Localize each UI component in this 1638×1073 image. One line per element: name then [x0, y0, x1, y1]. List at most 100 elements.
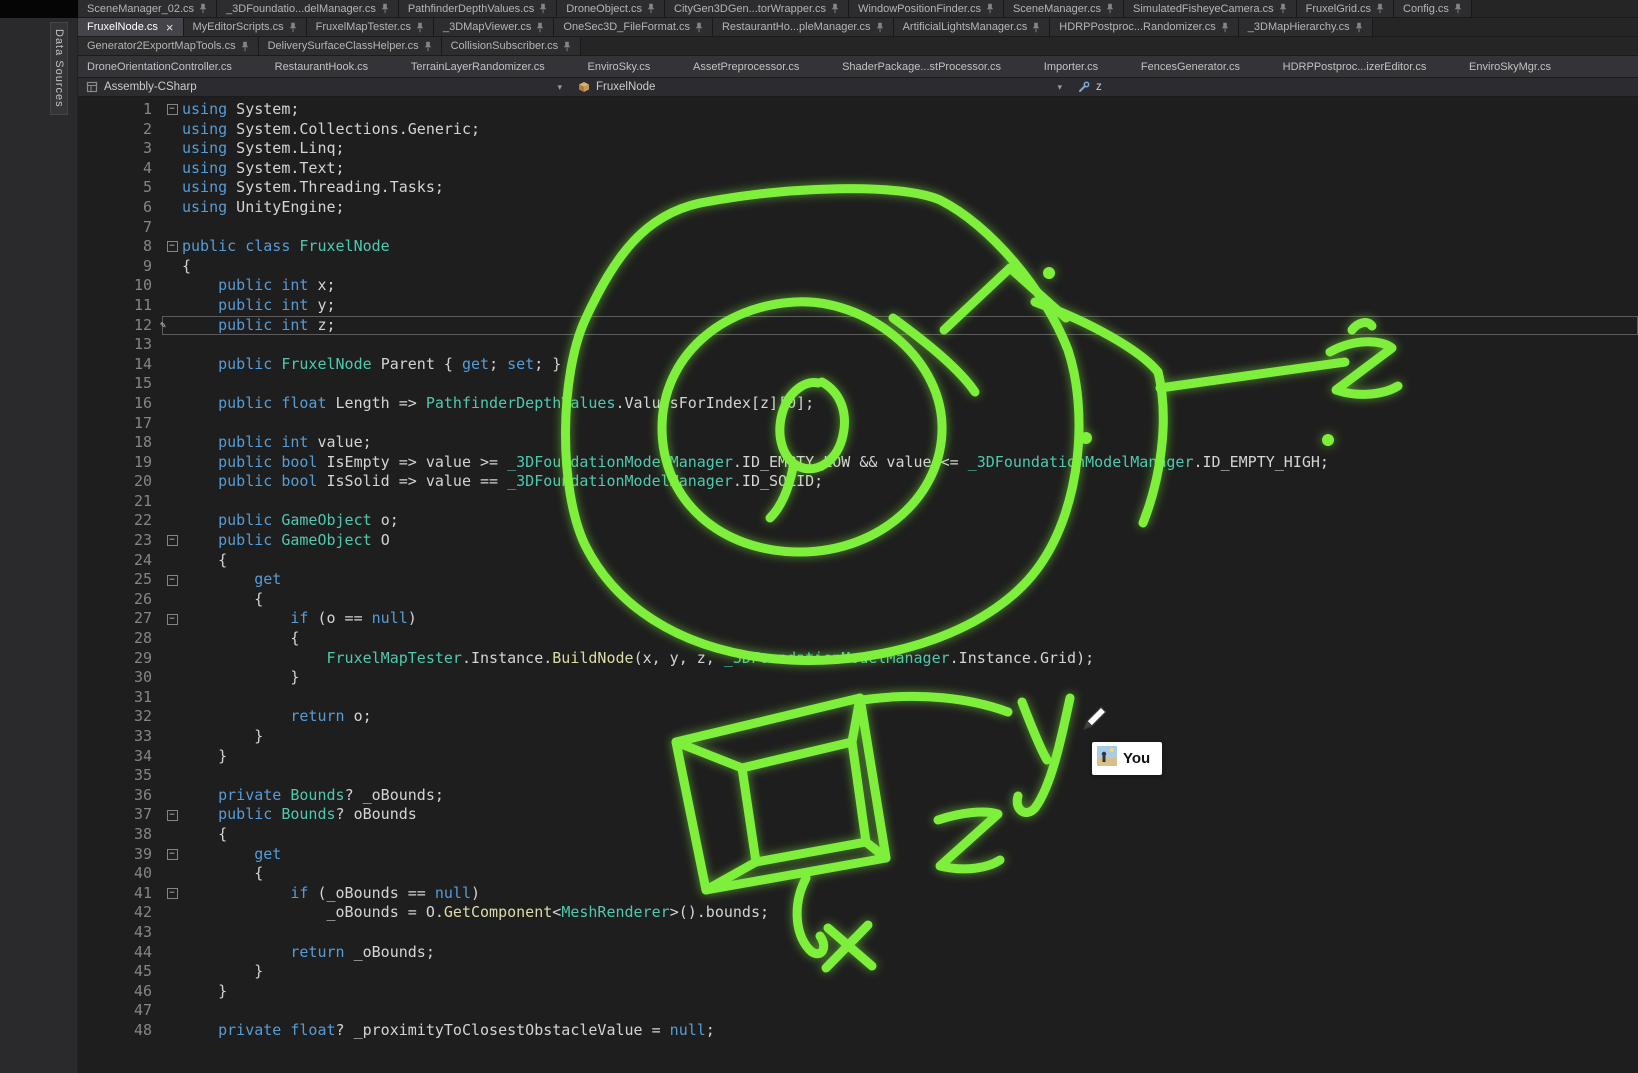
- editor-tab[interactable]: TerrainLayerRandomizer.cs: [402, 56, 554, 77]
- pin-icon[interactable]: [199, 3, 207, 14]
- code-line[interactable]: 4using System.Text;: [78, 159, 1638, 179]
- code-line[interactable]: 37− public Bounds? oBounds: [78, 805, 1638, 825]
- pin-icon[interactable]: [1032, 22, 1040, 33]
- code-line[interactable]: 35: [78, 766, 1638, 786]
- code-line[interactable]: 31: [78, 688, 1638, 708]
- code-line[interactable]: 32 return o;: [78, 707, 1638, 727]
- code-line[interactable]: 21: [78, 492, 1638, 512]
- pin-icon[interactable]: [831, 3, 839, 14]
- fold-marker-icon[interactable]: −: [162, 805, 182, 825]
- pin-icon[interactable]: [986, 3, 994, 14]
- code-line[interactable]: 10 public int x;: [78, 276, 1638, 296]
- code-line[interactable]: 19 public bool IsEmpty => value >= _3DFo…: [78, 453, 1638, 473]
- code-line[interactable]: 13: [78, 335, 1638, 355]
- pin-icon[interactable]: [1221, 22, 1229, 33]
- editor-tab[interactable]: OneSec3D_FileFormat.cs: [554, 18, 713, 36]
- pin-icon[interactable]: [1454, 3, 1462, 14]
- code-line[interactable]: 29 FruxelMapTester.Instance.BuildNode(x,…: [78, 649, 1638, 669]
- pin-icon[interactable]: [1376, 3, 1384, 14]
- code-line[interactable]: 9{: [78, 257, 1638, 277]
- code-line[interactable]: 14 public FruxelNode Parent { get; set; …: [78, 355, 1638, 375]
- fold-marker-icon[interactable]: −: [162, 609, 182, 629]
- editor-tab[interactable]: HDRPPostproc...Randomizer.cs: [1050, 18, 1239, 36]
- fold-marker-icon[interactable]: −: [162, 845, 182, 865]
- editor-tab[interactable]: FruxelNode.cs×: [78, 18, 184, 36]
- code-line[interactable]: 3using System.Linq;: [78, 139, 1638, 159]
- pin-icon[interactable]: [536, 22, 544, 33]
- editor-tab[interactable]: FruxelGrid.cs: [1297, 0, 1394, 17]
- editor-tab[interactable]: RestaurantHook.cs: [266, 56, 378, 77]
- code-line[interactable]: 20 public bool IsSolid => value == _3DFo…: [78, 472, 1638, 492]
- code-line[interactable]: 7: [78, 218, 1638, 238]
- code-line[interactable]: 39− get: [78, 845, 1638, 865]
- code-line[interactable]: 22 public GameObject o;: [78, 511, 1638, 531]
- code-line[interactable]: 27− if (o == null): [78, 609, 1638, 629]
- editor-tab[interactable]: WindowPositionFinder.cs: [849, 0, 1004, 17]
- code-line[interactable]: 12✎ public int z;: [78, 316, 1638, 336]
- code-line[interactable]: 46 }: [78, 982, 1638, 1002]
- pin-icon[interactable]: [695, 22, 703, 33]
- editor-tab[interactable]: HDRPPostproc...izerEditor.cs: [1274, 56, 1436, 77]
- code-line[interactable]: 2using System.Collections.Generic;: [78, 120, 1638, 140]
- code-line[interactable]: 25− get: [78, 570, 1638, 590]
- code-line[interactable]: 33 }: [78, 727, 1638, 747]
- fold-marker-icon[interactable]: −: [162, 237, 182, 257]
- code-line[interactable]: 15: [78, 374, 1638, 394]
- editor-tab[interactable]: CityGen3DGen...torWrapper.cs: [665, 0, 849, 17]
- code-line[interactable]: 8−public class FruxelNode: [78, 237, 1638, 257]
- editor-tab[interactable]: SimulatedFisheyeCamera.cs: [1124, 0, 1297, 17]
- code-line[interactable]: 24 {: [78, 551, 1638, 571]
- fold-marker-icon[interactable]: −: [162, 100, 182, 120]
- pin-icon[interactable]: [563, 41, 571, 52]
- code-line[interactable]: 45 }: [78, 962, 1638, 982]
- pin-icon[interactable]: [241, 41, 249, 52]
- editor-tab[interactable]: Importer.cs: [1035, 56, 1107, 77]
- editor-tab[interactable]: SceneManager.cs: [1004, 0, 1124, 17]
- pin-icon[interactable]: [1355, 22, 1363, 33]
- pin-icon[interactable]: [416, 22, 424, 33]
- code-line[interactable]: 26 {: [78, 590, 1638, 610]
- code-line[interactable]: 40 {: [78, 864, 1638, 884]
- pin-icon[interactable]: [876, 22, 884, 33]
- editor-tab[interactable]: AssetPreprocessor.cs: [684, 56, 808, 77]
- editor-tab[interactable]: DroneOrientationController.cs: [78, 56, 241, 77]
- code-line[interactable]: 18 public int value;: [78, 433, 1638, 453]
- editor-tab[interactable]: DeliverySurfaceClassHelper.cs: [259, 37, 442, 55]
- editor-tab[interactable]: RestaurantHo...pleManager.cs: [713, 18, 894, 36]
- editor-tab[interactable]: FruxelMapTester.cs: [307, 18, 434, 36]
- pin-icon[interactable]: [539, 3, 547, 14]
- code-line[interactable]: 17: [78, 414, 1638, 434]
- editor-tab[interactable]: _3DMapHierarchy.cs: [1239, 18, 1373, 36]
- code-line[interactable]: 5using System.Threading.Tasks;: [78, 178, 1638, 198]
- editor-tab[interactable]: ArtificialLightsManager.cs: [894, 18, 1051, 36]
- close-icon[interactable]: ×: [166, 21, 174, 34]
- code-line[interactable]: 43: [78, 923, 1638, 943]
- code-line[interactable]: 44 return _oBounds;: [78, 943, 1638, 963]
- fold-marker-icon[interactable]: −: [162, 531, 182, 551]
- editor-tab[interactable]: EnviroSky.cs: [579, 56, 660, 77]
- code-line[interactable]: 34 }: [78, 747, 1638, 767]
- code-line[interactable]: 30 }: [78, 668, 1638, 688]
- pin-icon[interactable]: [1279, 3, 1287, 14]
- code-line[interactable]: 28 {: [78, 629, 1638, 649]
- code-line[interactable]: 11 public int y;: [78, 296, 1638, 316]
- data-sources-tab[interactable]: Data Sources: [50, 22, 68, 115]
- editor-tab[interactable]: EnviroSkyMgr.cs: [1460, 56, 1560, 77]
- editor-tab[interactable]: ShaderPackage...stProcessor.cs: [833, 56, 1010, 77]
- member-dropdown[interactable]: z: [1070, 78, 1638, 96]
- editor-tab[interactable]: Generator2ExportMapTools.cs: [78, 37, 259, 55]
- code-line[interactable]: 47: [78, 1001, 1638, 1021]
- code-line[interactable]: 23− public GameObject O: [78, 531, 1638, 551]
- pin-icon[interactable]: [289, 22, 297, 33]
- fold-marker-icon[interactable]: −: [162, 884, 182, 904]
- project-dropdown[interactable]: Assembly-CSharp ▾: [78, 78, 570, 96]
- editor-tab[interactable]: Config.cs: [1394, 0, 1472, 17]
- code-line[interactable]: 48 private float? _proximityToClosestObs…: [78, 1021, 1638, 1041]
- editor-tab[interactable]: MyEditorScripts.cs: [184, 18, 307, 36]
- type-dropdown[interactable]: FruxelNode ▾: [570, 78, 1070, 96]
- code-line[interactable]: 36 private Bounds? _oBounds;: [78, 786, 1638, 806]
- editor-tab[interactable]: PathfinderDepthValues.cs: [399, 0, 557, 17]
- code-editor[interactable]: 1−using System;2using System.Collections…: [78, 97, 1638, 1073]
- code-line[interactable]: 38 {: [78, 825, 1638, 845]
- fold-marker-icon[interactable]: −: [162, 570, 182, 590]
